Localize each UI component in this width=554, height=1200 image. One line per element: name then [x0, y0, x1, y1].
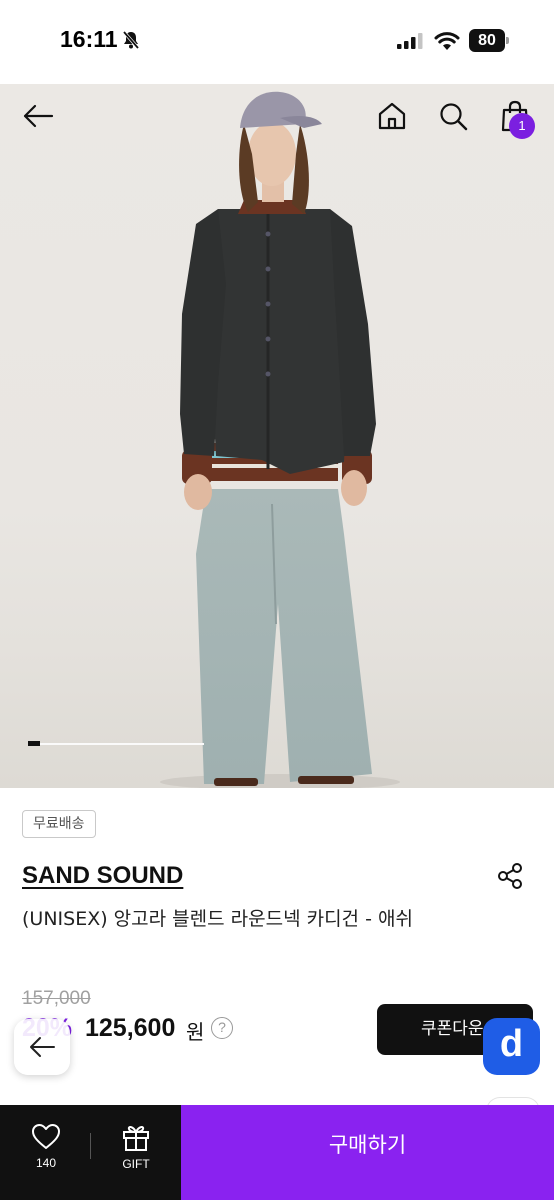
- bottom-left-panel: 140 GIFT: [0, 1105, 181, 1200]
- gift-icon: [123, 1126, 149, 1151]
- product-photo: [160, 91, 400, 788]
- search-button[interactable]: [431, 94, 475, 138]
- home-icon: [378, 102, 406, 130]
- floating-back-button[interactable]: [14, 1019, 70, 1075]
- battery-icon: 80: [469, 29, 509, 52]
- brand-name[interactable]: SAND SOUND: [22, 862, 183, 890]
- signal-icon: [397, 33, 423, 49]
- sale-price: 125,600: [85, 1014, 176, 1042]
- share-icon: [498, 863, 522, 889]
- battery-level: 80: [469, 29, 505, 52]
- share-button[interactable]: [492, 858, 528, 894]
- status-time: 16:11: [60, 26, 118, 52]
- heart-icon: [32, 1124, 60, 1149]
- like-count: 140: [35, 1156, 57, 1170]
- wifi-icon: [434, 32, 460, 50]
- currency-unit: 원: [186, 1020, 205, 1044]
- gallery-progress-track: [28, 743, 204, 745]
- back-button[interactable]: [16, 94, 60, 138]
- bell-off-icon: [122, 30, 140, 50]
- bottom-divider: [90, 1133, 91, 1159]
- product-title: (UNISEX) 앙고라 블렌드 라운드넥 카디건 - 애쉬: [22, 908, 413, 930]
- product-image-gallery[interactable]: [0, 84, 554, 788]
- gift-label: GIFT: [122, 1157, 150, 1171]
- price-help-icon[interactable]: ?: [211, 1017, 233, 1039]
- cart-count-badge: 1: [509, 113, 535, 139]
- status-bar: 16:11 80: [0, 0, 554, 84]
- buy-button[interactable]: 구매하기: [181, 1105, 554, 1200]
- search-icon: [440, 103, 468, 131]
- original-price: 157,000: [22, 988, 91, 1009]
- like-button[interactable]: 140: [20, 1123, 72, 1175]
- gift-button[interactable]: GIFT: [108, 1123, 164, 1175]
- home-button[interactable]: [370, 94, 414, 138]
- back-arrow-icon: [23, 104, 54, 128]
- back-arrow-icon: [30, 1037, 55, 1057]
- app-logo-button[interactable]: d: [483, 1018, 540, 1075]
- free-shipping-badge: 무료배송: [22, 810, 96, 838]
- bottom-action-bar: 140 GIFT 구매하기: [0, 1105, 554, 1200]
- gallery-progress-indicator: [28, 741, 40, 746]
